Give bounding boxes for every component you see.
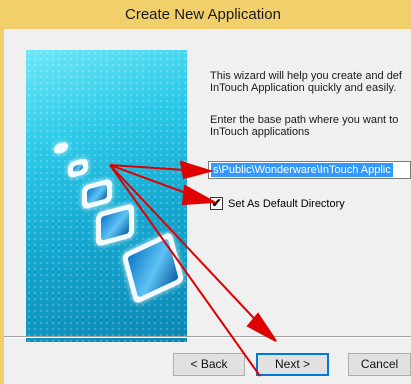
annotation-arrowhead-path [179, 160, 214, 180]
annotation-arrowhead-checkbox [181, 184, 218, 206]
annotation-overlay [109, 160, 277, 377]
annotation-arrowhead-next [246, 312, 277, 342]
